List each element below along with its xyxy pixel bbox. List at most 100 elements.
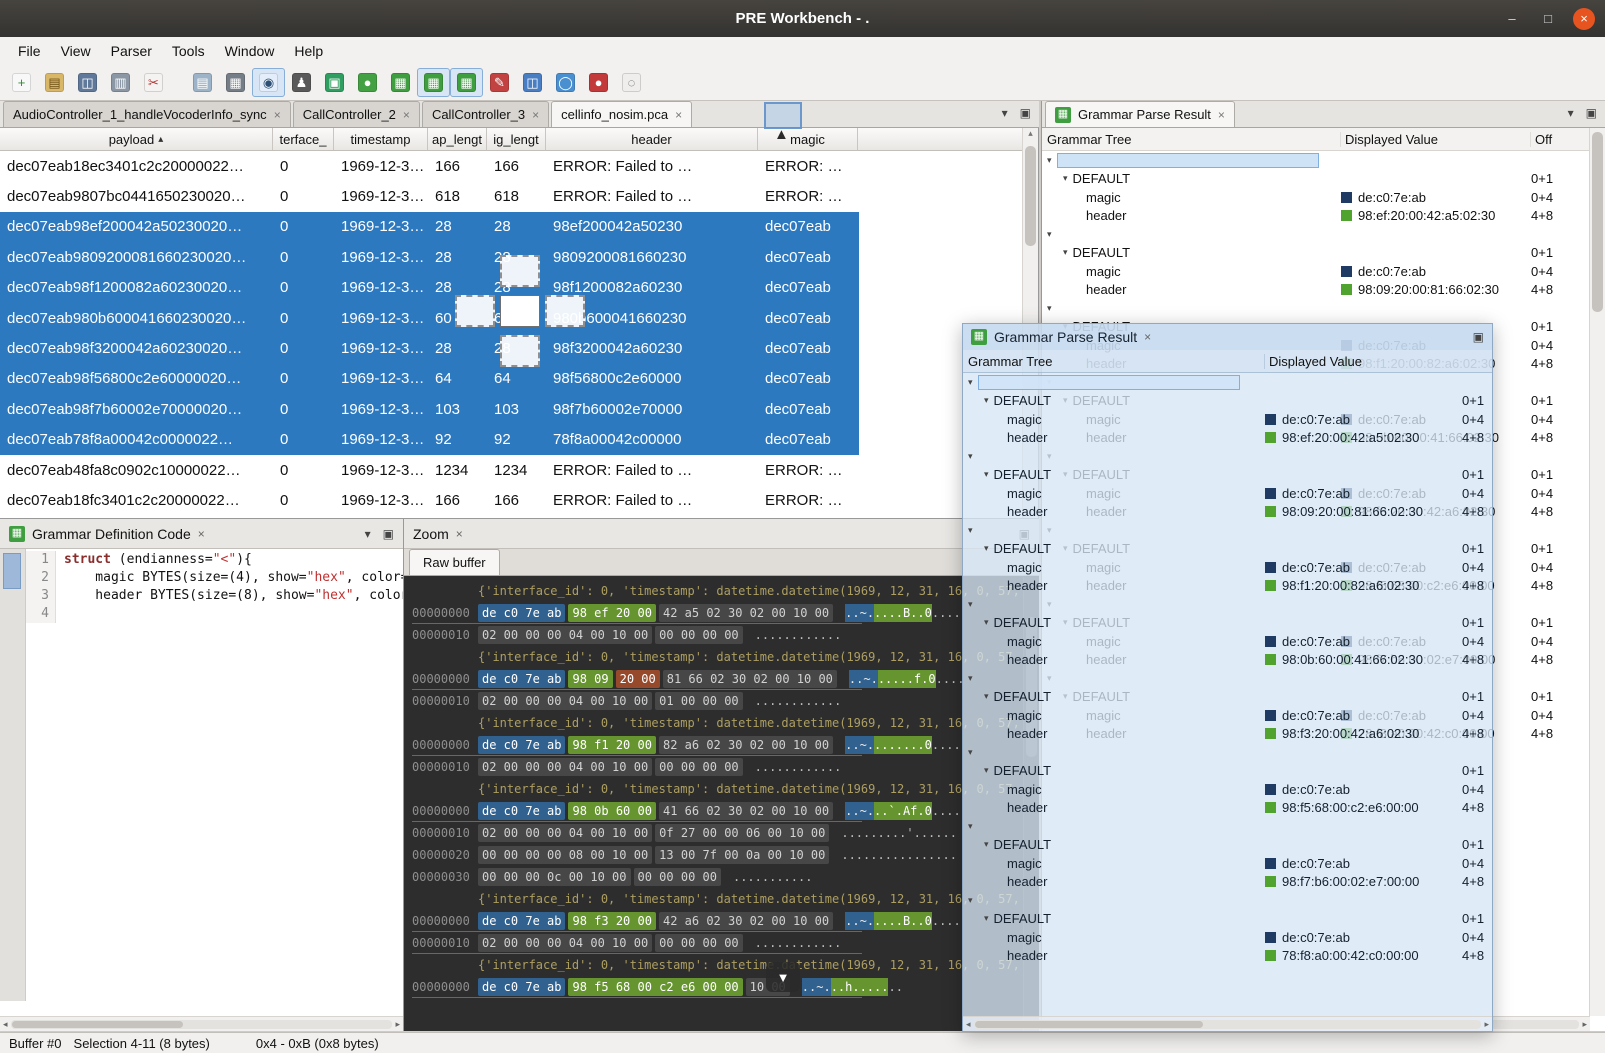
expander-icon[interactable]: ▾ [968,599,973,610]
tab-close-icon[interactable]: × [403,108,410,122]
menu-item-tools[interactable]: Tools [162,39,215,63]
hex-line[interactable]: 0000001002 00 00 00 04 00 10 0000 00 00 … [412,624,1039,646]
copy-button[interactable]: ▤ [186,68,219,97]
hex-line[interactable]: 0000001002 00 00 00 04 00 10 0001 00 00 … [412,690,1039,712]
expander-icon[interactable]: ▾ [984,543,989,554]
pin-button[interactable]: ● [582,68,615,97]
column-header-terface-[interactable]: terface_ [273,128,334,150]
table-row[interactable]: dec07eab9807bc0441650230020…01969-12-3…6… [0,181,859,211]
tree-column-header[interactable]: Displayed Value [1265,354,1462,369]
scroll-right-icon[interactable]: ▸ [1582,1019,1587,1030]
floating-parse-result-panel[interactable]: ▦ Grammar Parse Result × ▣ Grammar TreeD… [962,323,1493,1032]
expander-icon[interactable]: ▾ [968,673,973,684]
panel-close-icon[interactable]: × [1144,330,1151,344]
expander-icon[interactable]: ▾ [1047,155,1052,166]
code-line[interactable]: 3 header BYTES(size=(8), show="hex", col… [26,587,403,605]
tree-default-row[interactable]: ▾DEFAULT0+1 [963,836,1492,855]
debug-bug-button[interactable]: ● [351,68,384,97]
tree-default-row[interactable]: ▾DEFAULT0+1 [963,762,1492,781]
column-header-header[interactable]: header [546,128,758,150]
column-header-payload[interactable]: payload▴ [0,128,273,150]
hex-line[interactable]: 00000000de c0 7e ab98 ef 20 0042 a5 02 3… [412,602,1039,624]
parse-result-toggle-button[interactable]: ▦ [450,68,483,97]
tree-column-header[interactable]: Grammar Tree [963,354,1265,369]
paste-button[interactable]: ▤ [38,68,71,97]
hex-line[interactable]: 00000000de c0 7e ab98 f3 20 0042 a6 02 3… [412,910,1039,932]
tab-grammar-parse-result[interactable]: ▦ Grammar Parse Result × [1045,101,1235,127]
menu-item-window[interactable]: Window [215,39,285,63]
save-button[interactable]: ◫ [71,68,104,97]
expander-icon[interactable]: ▾ [968,451,973,462]
panel-float-icon[interactable]: ▣ [1473,330,1484,344]
scroll-right-icon[interactable]: ▸ [395,1019,400,1030]
tree-root-row[interactable]: ▾ [963,521,1492,540]
close-button[interactable]: × [1573,8,1595,30]
tab-close-icon[interactable]: × [274,108,281,122]
tree-column-header[interactable]: Grammar Tree [1042,132,1341,147]
tab-raw-buffer[interactable]: Raw buffer [409,549,500,575]
web-globe-button[interactable]: ◯ [549,68,582,97]
tree-header-row[interactable]: header98:f7:b6:00:02:e7:00:004+8 [963,873,1492,892]
column-header-magic[interactable]: magic [758,128,858,150]
expander-icon[interactable]: ▾ [984,395,989,406]
tree-header-row[interactable]: header98:0b:60:00:41:66:02:304+8 [963,651,1492,670]
hex-line[interactable]: 00000000de c0 7e ab98 0920 0081 66 02 30… [412,668,1039,690]
tree-magic-row[interactable]: magicde:c0:7e:ab0+4 [963,484,1492,503]
tabbar-float-icon[interactable]: ▣ [1020,106,1031,120]
expander-icon[interactable]: ▾ [1047,229,1052,240]
export-button[interactable]: ▥ [104,68,137,97]
search-button[interactable]: ◌ [615,68,648,97]
table-row[interactable]: dec07eab98f56800c2e60000020…01969-12-3…6… [0,364,859,394]
tree-root-row[interactable]: ▾ [963,891,1492,910]
scrollbar-thumb[interactable] [12,1021,184,1028]
panel-dropdown-icon[interactable]: ▾ [1568,106,1574,120]
expander-icon[interactable]: ▾ [968,747,973,758]
tree-magic-row[interactable]: magicde:c0:7e:ab0+4 [963,854,1492,873]
scrollbar-track[interactable] [974,1020,1482,1029]
table-row[interactable]: dec07eab48fa8c0902c10000022…01969-12-3…1… [0,455,859,485]
marker-pen-button[interactable]: ✎ [483,68,516,97]
tree-root-row[interactable]: ▾ [963,373,1492,392]
scroll-left-icon[interactable]: ◂ [3,1019,8,1030]
tree-default-row[interactable]: ▾DEFAULT0+1 [963,392,1492,411]
panel-layout-button[interactable]: ◫ [516,68,549,97]
tree-root-row[interactable]: ▾ [1042,151,1605,170]
tree-header-row[interactable]: header98:f5:68:00:c2:e6:00:004+8 [963,799,1492,818]
hex-line[interactable]: 00000000de c0 7e ab98 f1 20 0082 a6 02 3… [412,734,1039,756]
expander-icon[interactable]: ▾ [984,839,989,850]
hex-line[interactable]: 0000001002 00 00 00 04 00 10 0000 00 00 … [412,756,1039,778]
tree-magic-row[interactable]: magicde:c0:7e:ab0+4 [963,632,1492,651]
tree-default-row[interactable]: ▾DEFAULT0+1 [963,910,1492,929]
code-line[interactable]: 4 [26,605,403,623]
scrollbar-thumb[interactable] [1592,132,1603,312]
tree-magic-row[interactable]: magicde:c0:7e:ab0+4 [963,928,1492,947]
column-header-timestamp[interactable]: timestamp [334,128,428,150]
minimize-button[interactable]: – [1501,8,1523,30]
table-row[interactable]: dec07eab98ef200042a50230020…01969-12-3…2… [0,212,859,242]
table-row[interactable]: dec07eab980b600041660230020…01969-12-3…6… [0,303,859,333]
table-row[interactable]: dec07eab98f7b60002e70000020…01969-12-3…1… [0,394,859,424]
tree-horizontal-scrollbar[interactable]: ◂ ▸ [963,1016,1492,1031]
tree-magic-row[interactable]: magicde:c0:7e:ab0+4 [963,558,1492,577]
tree-magic-row[interactable]: magicde:c0:7e:ab0+4 [963,706,1492,725]
preview-toggle-button[interactable]: ◉ [252,68,285,97]
tree-header-row[interactable]: header98:09:20:00:81:66:02:304+8 [963,503,1492,522]
column-header-ig-lengt[interactable]: ig_lengt [487,128,546,150]
tree-default-row[interactable]: ▾DEFAULT0+1 [963,466,1492,485]
floating-panel-titlebar[interactable]: ▦ Grammar Parse Result × ▣ [963,324,1492,350]
code-line[interactable]: 1struct (endianness="<"){ [26,551,403,569]
column-header-ap-lengt[interactable]: ap_lengt [428,128,487,150]
tree-header-row[interactable]: header98:f3:20:00:42:a6:02:304+8 [963,725,1492,744]
panel-dropdown-icon[interactable]: ▾ [365,527,371,541]
menu-item-view[interactable]: View [51,39,101,63]
hex-line[interactable]: 00000000de c0 7e ab98 f5 68 00 c2 e6 00 … [412,976,1039,998]
tab-list-dropdown-icon[interactable]: ▾ [1002,106,1008,120]
expander-icon[interactable]: ▾ [968,821,973,832]
code-horizontal-scrollbar[interactable]: ◂ ▸ [0,1016,403,1031]
tab-callcontroller-3[interactable]: CallController_3× [422,101,549,127]
tree-magic-row[interactable]: magicde:c0:7e:ab0+4 [1042,188,1605,207]
tree-default-row[interactable]: ▾DEFAULT0+1 [963,688,1492,707]
tab-close-icon[interactable]: × [675,108,682,122]
table-row[interactable]: dec07eab98f3200042a60230020…01969-12-3…2… [0,333,859,363]
code-line[interactable]: 2 magic BYTES(size=(4), show="hex", colo… [26,569,403,587]
